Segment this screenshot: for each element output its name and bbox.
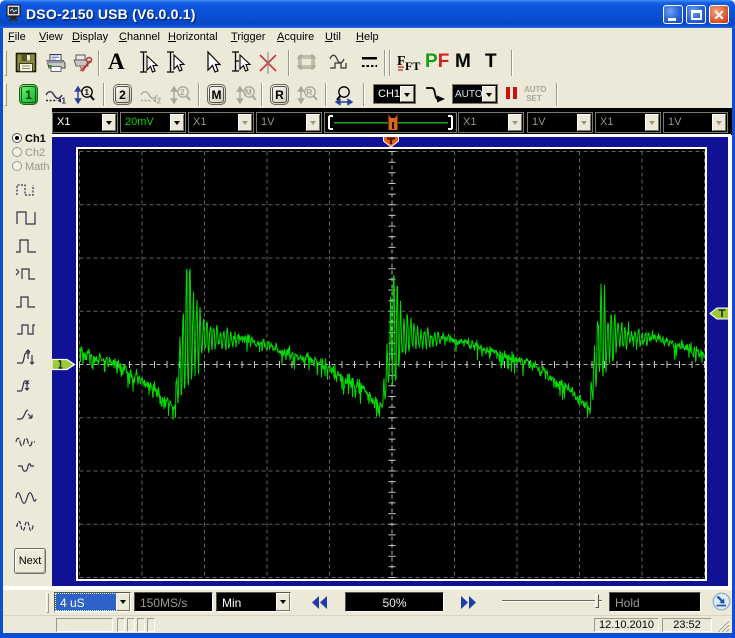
svg-text:FT: FT — [405, 59, 420, 73]
svg-text:2: 2 — [180, 88, 185, 97]
svg-text:1: 1 — [85, 88, 90, 97]
svg-text:R: R — [307, 88, 313, 97]
svg-text:1: 1 — [62, 97, 67, 105]
svg-text:M: M — [245, 88, 252, 97]
svg-text:2: 2 — [157, 97, 162, 105]
